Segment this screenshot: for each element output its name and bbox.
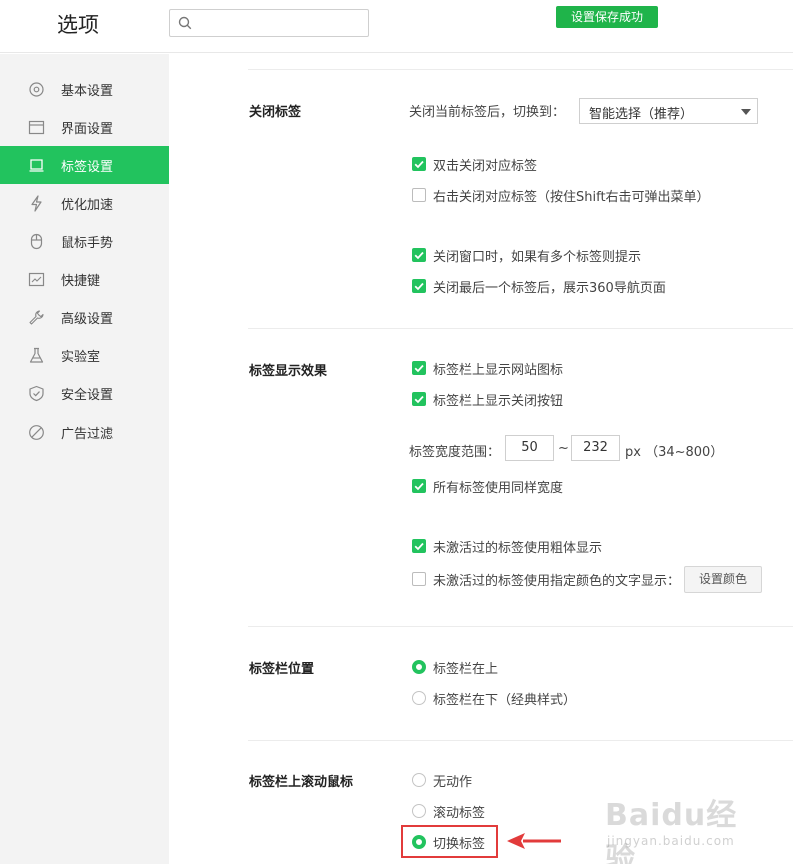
watermark-url: jingyan.baidu.com [607, 834, 735, 848]
block-icon [29, 425, 44, 440]
sidebar-item-label: 广告过滤 [61, 427, 114, 442]
lightning-icon [31, 195, 42, 212]
header-bar: 选项 设置保存成功 [0, 0, 793, 53]
wrench-icon [29, 310, 44, 325]
sidebar-item-shortcuts[interactable]: 快捷键 [0, 260, 169, 298]
checkbox-show-favicon[interactable] [412, 361, 426, 375]
save-success-toast: 设置保存成功 [556, 6, 658, 28]
search-input[interactable] [198, 13, 363, 33]
sidebar-item-label: 标签设置 [61, 160, 114, 175]
sidebar: 基本设置 界面设置 标签设置 优化加速 鼠标手势 快捷键 高级设置 实验室 安全… [0, 54, 169, 864]
option-label: 右击关闭对应标签（按住Shift右击可弹出菜单） [433, 190, 710, 205]
divider [248, 328, 793, 329]
mouse-icon [30, 233, 43, 250]
select-value: 智能选择（推荐） [589, 107, 694, 122]
radio-tabbar-top[interactable] [412, 660, 426, 674]
option-label: 关闭最后一个标签后，展示360导航页面 [433, 281, 666, 296]
section-title-tab-position: 标签栏位置 [249, 662, 315, 677]
switch-after-close-label: 关闭当前标签后，切换到： [409, 105, 566, 120]
section-title-tab-display: 标签显示效果 [249, 364, 328, 379]
tab-icon [29, 159, 44, 172]
search-box[interactable] [169, 9, 369, 37]
option-label: 标签栏上显示关闭按钮 [433, 394, 564, 409]
sidebar-item-interface[interactable]: 界面设置 [0, 108, 169, 146]
checkbox-right-click-close[interactable] [412, 188, 426, 202]
checkbox-warn-multiple-tabs[interactable] [412, 248, 426, 262]
sidebar-item-label: 高级设置 [61, 312, 114, 327]
sidebar-item-adblock[interactable]: 广告过滤 [0, 413, 169, 451]
option-label: 未激活过的标签使用指定颜色的文字显示： [433, 574, 681, 589]
sidebar-item-label: 鼠标手势 [61, 236, 114, 251]
sidebar-item-label: 安全设置 [61, 388, 114, 403]
option-label: 未激活过的标签使用粗体显示 [433, 541, 603, 556]
flask-icon [29, 347, 44, 363]
settings-content: 关闭标签 关闭当前标签后，切换到： 智能选择（推荐） 双击关闭对应标签 右击关闭… [169, 54, 793, 864]
radio-scroll-no-action[interactable] [412, 773, 426, 787]
range-separator: ~ [558, 441, 569, 456]
sidebar-item-mouse-gesture[interactable]: 鼠标手势 [0, 222, 169, 260]
option-label: 所有标签使用同样宽度 [433, 481, 564, 496]
option-label: 标签栏在上 [433, 662, 499, 677]
option-label: 标签栏上显示网站图标 [433, 363, 564, 378]
section-title-close-tab: 关闭标签 [249, 105, 302, 120]
radio-tabbar-bottom[interactable] [412, 691, 426, 705]
tab-width-min-input[interactable]: 50 [505, 435, 554, 461]
checkbox-show-close-button[interactable] [412, 392, 426, 406]
watermark-logo: Baidu经验 [605, 798, 738, 864]
checkbox-same-width[interactable] [412, 479, 426, 493]
chevron-down-icon [741, 109, 751, 115]
set-color-button[interactable]: 设置颜色 [684, 566, 762, 593]
page-title: 选项 [57, 13, 99, 37]
sidebar-item-label: 基本设置 [61, 84, 114, 99]
divider [248, 626, 793, 627]
checkbox-show-nav-page[interactable] [412, 279, 426, 293]
gear-icon [29, 82, 44, 97]
search-icon [178, 16, 192, 30]
keyboard-icon [28, 272, 45, 287]
checkbox-double-click-close[interactable] [412, 157, 426, 171]
option-label: 关闭窗口时，如果有多个标签则提示 [433, 250, 642, 265]
checkbox-color-unactivated[interactable] [412, 572, 426, 586]
sidebar-item-label: 界面设置 [61, 122, 114, 137]
annotation-arrow-icon [507, 833, 561, 849]
switch-after-close-select[interactable]: 智能选择（推荐） [579, 98, 758, 124]
sidebar-item-label: 快捷键 [61, 274, 101, 289]
tab-width-label: 标签宽度范围： [409, 445, 501, 460]
sidebar-item-lab[interactable]: 实验室 [0, 336, 169, 374]
option-label: 双击关闭对应标签 [433, 159, 538, 174]
sidebar-item-basic[interactable]: 基本设置 [0, 70, 169, 108]
radio-scroll-tabs[interactable] [412, 804, 426, 818]
option-label: 标签栏在下（经典样式） [433, 693, 577, 708]
sidebar-item-label: 优化加速 [61, 198, 114, 213]
checkbox-bold-unactivated[interactable] [412, 539, 426, 553]
sidebar-item-advanced[interactable]: 高级设置 [0, 298, 169, 336]
window-icon [28, 120, 45, 135]
sidebar-item-tabs[interactable]: 标签设置 [0, 146, 169, 184]
divider [248, 740, 793, 741]
sidebar-item-label: 实验室 [61, 350, 101, 365]
baidu-watermark: Baidu经验 jingyan.baidu.com [605, 790, 765, 864]
sidebar-item-security[interactable]: 安全设置 [0, 374, 169, 412]
divider [248, 69, 793, 70]
section-title-scroll-wheel: 标签栏上滚动鼠标 [249, 775, 354, 790]
tab-width-max-input[interactable]: 232 [571, 435, 620, 461]
option-label: 滚动标签 [433, 806, 486, 821]
sidebar-item-optimize[interactable]: 优化加速 [0, 184, 169, 222]
shield-icon [29, 385, 44, 402]
option-label: 无动作 [433, 775, 473, 790]
tab-width-unit: px （34~800） [625, 445, 724, 460]
annotation-highlight-box [401, 825, 498, 858]
